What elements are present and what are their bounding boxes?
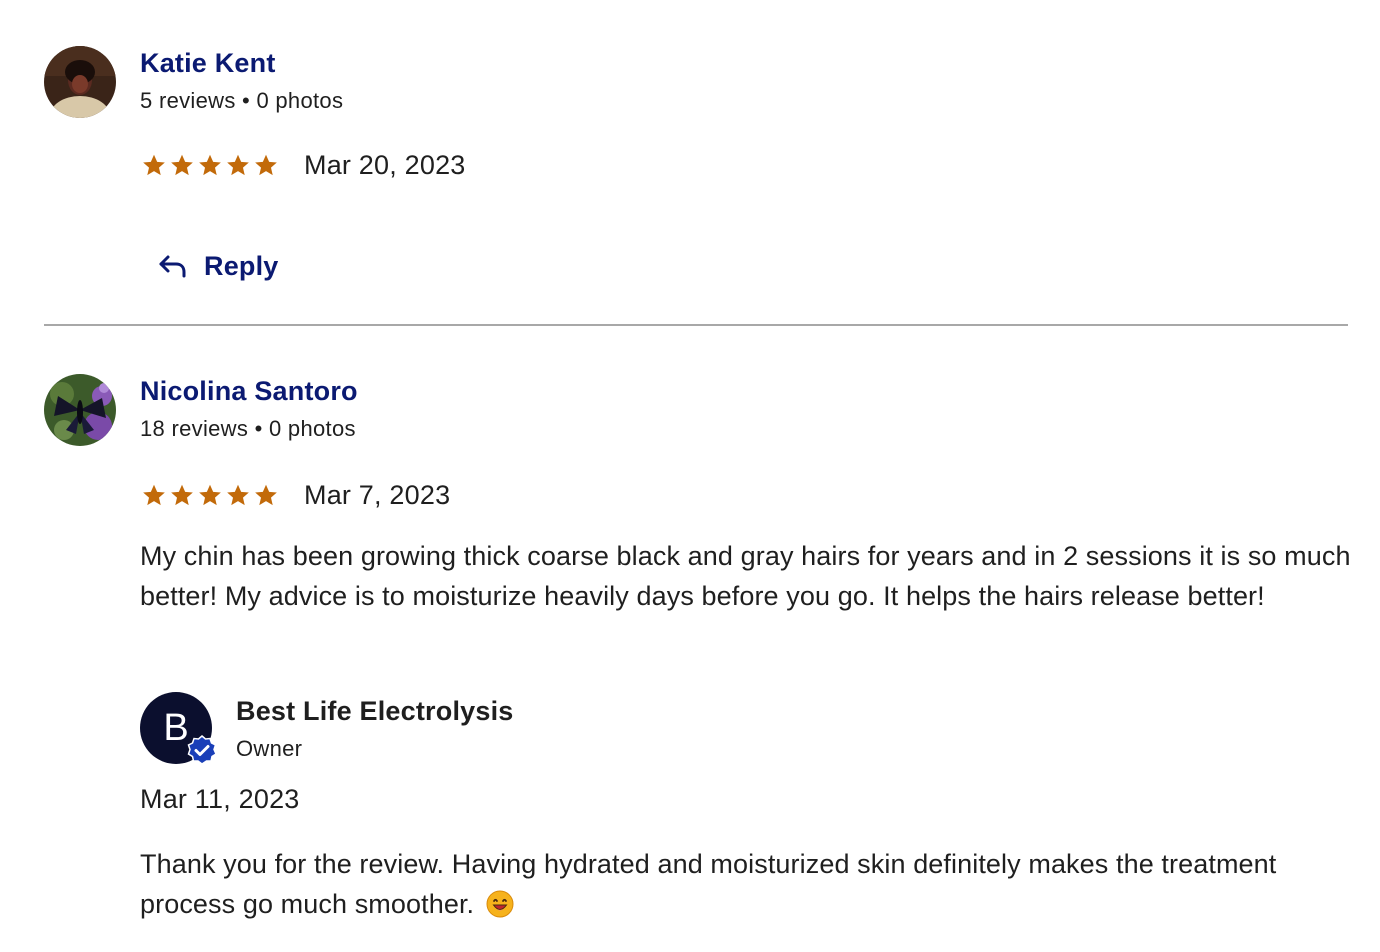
- rating-row: Mar 7, 2023: [140, 480, 450, 510]
- owner-role-label: Owner: [236, 736, 303, 761]
- owner-response-date: Mar 11, 2023: [140, 784, 300, 814]
- rating-row: Mar 20, 2023: [140, 150, 466, 180]
- owner-name: Best Life Electrolysis: [236, 696, 514, 726]
- star-rating: [140, 152, 280, 178]
- star-icon: [255, 154, 277, 176]
- verified-check-icon: [187, 735, 217, 765]
- reviewer-stats: 18 reviews • 0 photos: [140, 416, 356, 441]
- reviewer-avatar[interactable]: [44, 46, 116, 118]
- reviewer-name-link[interactable]: Katie Kent: [140, 48, 343, 79]
- star-icon: [143, 154, 165, 176]
- star-icon: [227, 484, 249, 506]
- reviewer-avatar[interactable]: [44, 374, 116, 446]
- star-icon: [199, 484, 221, 506]
- review-date: Mar 7, 2023: [304, 479, 451, 510]
- reply-button[interactable]: Reply: [156, 246, 279, 286]
- owner-avatar-letter: B: [163, 706, 189, 749]
- star-rating: [140, 482, 280, 508]
- star-icon: [227, 154, 249, 176]
- reply-label: Reply: [204, 250, 279, 281]
- review-text: My chin has been growing thick coarse bl…: [140, 541, 1351, 611]
- star-icon: [171, 484, 193, 506]
- star-icon: [255, 484, 277, 506]
- star-icon: [199, 154, 221, 176]
- smiling-face-emoji-icon: [486, 890, 514, 918]
- reviewer-name-link[interactable]: Nicolina Santoro: [140, 376, 358, 407]
- reply-arrow-icon: [159, 255, 186, 278]
- star-icon: [143, 484, 165, 506]
- review-divider: [44, 324, 1348, 326]
- star-icon: [171, 154, 193, 176]
- review-date: Mar 20, 2023: [304, 149, 466, 180]
- owner-response-text-block: Thank you for the review. Having hydrate…: [140, 844, 1352, 924]
- owner-response-text: Thank you for the review. Having hydrate…: [140, 849, 1277, 919]
- reviewer-stats: 5 reviews • 0 photos: [140, 88, 344, 113]
